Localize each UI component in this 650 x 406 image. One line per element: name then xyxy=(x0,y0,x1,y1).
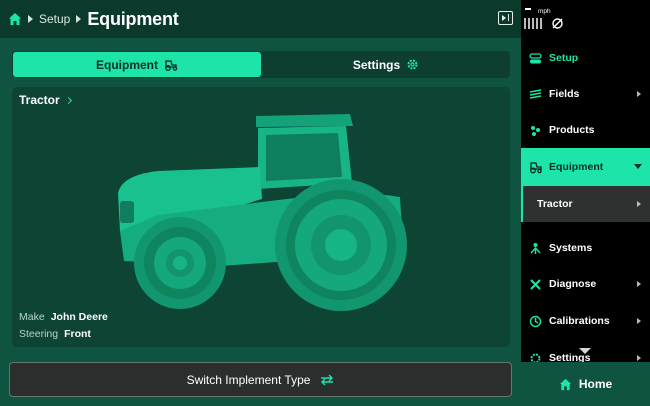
header: Setup Equipment xyxy=(0,0,521,38)
scroll-down-icon[interactable] xyxy=(579,348,591,354)
make-label: Make xyxy=(19,311,45,323)
switch-implement-type-label: Switch Implement Type xyxy=(186,372,311,387)
chevron-down-icon xyxy=(634,164,642,169)
app-root: Setup Equipment Equipment Settings Tract… xyxy=(0,0,650,406)
sidebar-item-calibrations[interactable]: Calibrations xyxy=(521,303,650,339)
tab-settings[interactable]: Settings xyxy=(262,51,510,78)
swap-arrows-icon xyxy=(321,374,334,385)
calibrations-icon xyxy=(529,315,542,327)
breadcrumb-separator-icon xyxy=(76,15,82,23)
sidebar-item-label: Setup xyxy=(549,52,579,64)
home-button-label: Home xyxy=(578,377,613,391)
tractor-illustration xyxy=(118,114,407,311)
make-value: John Deere xyxy=(50,311,108,323)
gear-icon xyxy=(407,59,418,70)
chevron-right-icon xyxy=(637,355,641,361)
tab-settings-label: Settings xyxy=(352,57,401,72)
chevron-right-icon xyxy=(637,91,641,97)
chevron-right-icon xyxy=(637,281,641,287)
status-bar: mph xyxy=(521,0,650,38)
tractor-card-title[interactable]: Tractor xyxy=(19,93,72,107)
page-title: Equipment xyxy=(87,8,179,29)
tab-bar: Equipment Settings xyxy=(12,51,510,78)
main-panel: Equipment Settings Tractor Make John Dee… xyxy=(0,38,521,406)
sidebar-item-equipment[interactable]: Equipment xyxy=(521,148,650,186)
breadcrumb-setup[interactable]: Setup xyxy=(39,12,70,26)
setup-icon xyxy=(529,52,542,63)
sidebar-item-diagnose[interactable]: Diagnose xyxy=(521,266,650,302)
sidebar-item-label: Equipment xyxy=(549,161,604,173)
sidebar-subitem-tractor[interactable]: Tractor xyxy=(521,186,650,222)
make-row: Make John Deere xyxy=(19,311,108,323)
sidebar-item-fields[interactable]: Fields xyxy=(521,76,650,112)
steering-value: Front xyxy=(64,328,91,340)
gps-off-icon xyxy=(552,18,563,29)
sidebar-item-label: Tractor xyxy=(537,198,573,210)
systems-icon xyxy=(530,242,541,254)
tab-equipment[interactable]: Equipment xyxy=(13,52,261,77)
home-icon xyxy=(559,378,571,390)
tractor-card-title-text: Tractor xyxy=(19,93,60,107)
speed-unit: mph xyxy=(538,8,551,15)
steering-label: Steering xyxy=(19,328,59,340)
switch-implement-type-button[interactable]: Switch Implement Type xyxy=(9,362,512,397)
fields-icon xyxy=(529,88,542,99)
home-button[interactable]: Home xyxy=(521,362,650,406)
signal-bars-icon xyxy=(524,18,542,29)
chevron-right-icon xyxy=(64,96,72,104)
sidebar-item-systems[interactable]: Systems xyxy=(521,230,650,266)
sidebar: mph Setup Fields Products Equipment Trac… xyxy=(521,0,650,406)
tractor-card: Tractor Make John Deere Steering Front xyxy=(12,87,510,347)
sidebar-item-setup[interactable]: Setup xyxy=(521,40,650,76)
sidebar-item-products[interactable]: Products xyxy=(521,112,650,148)
panel-toggle-icon[interactable] xyxy=(498,11,513,25)
home-icon[interactable] xyxy=(8,12,22,26)
sidebar-item-label: Fields xyxy=(549,88,580,100)
chevron-right-icon xyxy=(637,318,641,324)
breadcrumb-separator-icon xyxy=(28,15,33,23)
steering-row: Steering Front xyxy=(19,328,91,340)
speed-indicator-icon xyxy=(525,8,531,10)
wrench-icon xyxy=(530,278,541,290)
products-icon xyxy=(531,125,540,136)
sidebar-item-label: Calibrations xyxy=(549,315,610,327)
sidebar-item-label: Products xyxy=(549,124,595,136)
tab-equipment-label: Equipment xyxy=(96,57,158,72)
sidebar-item-label: Systems xyxy=(549,242,593,254)
tractor-icon xyxy=(530,161,542,173)
tractor-icon xyxy=(165,59,178,71)
sidebar-item-label: Diagnose xyxy=(549,278,597,290)
chevron-right-icon xyxy=(637,201,641,207)
